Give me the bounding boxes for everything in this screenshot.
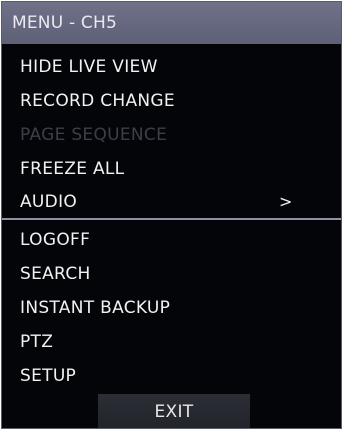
menu-item-ptz[interactable]: PTZ	[2, 325, 341, 359]
submenu-arrow-icon: >	[279, 192, 293, 211]
menu-item-instant-backup[interactable]: INSTANT BACKUP	[2, 291, 341, 325]
context-menu: MENU - CH5 HIDE LIVE VIEW RECORD CHANGE …	[1, 1, 342, 429]
menu-item-record-change[interactable]: RECORD CHANGE	[2, 84, 341, 118]
menu-divider	[2, 218, 341, 220]
menu-item-audio-label: AUDIO	[20, 192, 78, 212]
menu-item-freeze-all[interactable]: FREEZE ALL	[2, 152, 341, 186]
menu-item-setup[interactable]: SETUP	[2, 359, 341, 393]
menu-item-audio[interactable]: AUDIO >	[2, 185, 341, 219]
menu-title: MENU - CH5	[2, 2, 341, 44]
menu-item-page-sequence: PAGE SEQUENCE	[20, 125, 168, 145]
menu-item-search[interactable]: SEARCH	[2, 257, 341, 291]
menu-item-hide-live-view[interactable]: HIDE LIVE VIEW	[2, 50, 341, 84]
exit-button[interactable]: EXIT	[98, 394, 250, 428]
menu-item-logoff[interactable]: LOGOFF	[2, 223, 341, 257]
